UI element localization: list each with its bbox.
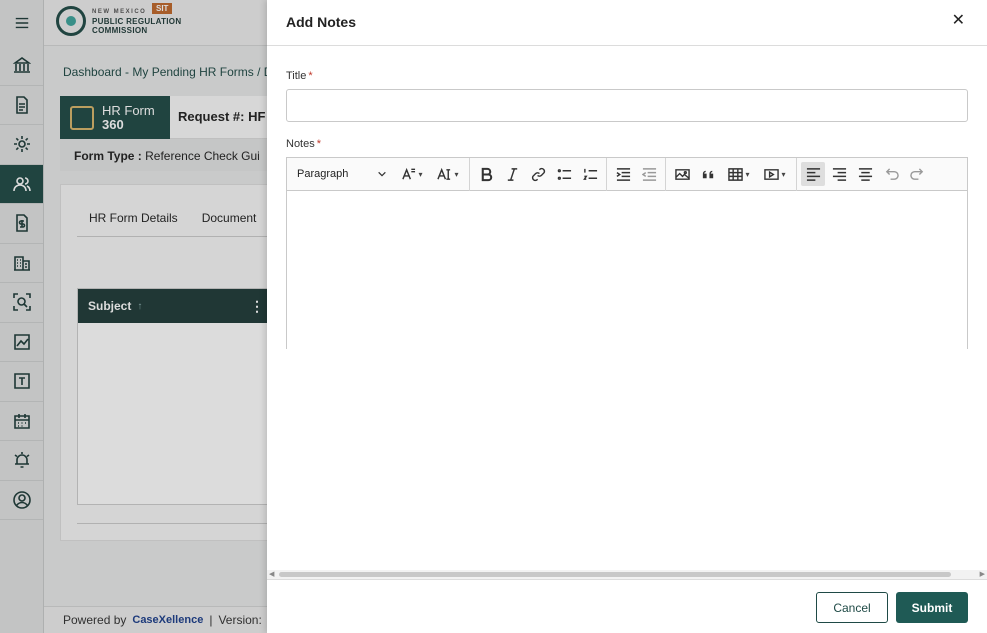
align-center-button[interactable] <box>853 162 877 186</box>
drawer-footer: Cancel Submit <box>267 579 987 633</box>
bold-button[interactable] <box>474 162 498 186</box>
undo-icon <box>885 167 899 180</box>
align-right-button[interactable] <box>827 162 851 186</box>
chevron-down-icon: ▾ <box>454 169 459 179</box>
scroll-right-icon[interactable]: ▶ <box>980 570 985 578</box>
font-size-button[interactable]: ▾ <box>395 162 429 186</box>
notes-label: Notes * <box>286 138 321 150</box>
italic-icon <box>507 167 517 181</box>
drawer-title: Add Notes <box>286 14 356 30</box>
horizontal-scrollbar[interactable]: ◀ ▶ <box>267 570 987 579</box>
undo-button[interactable] <box>879 162 903 186</box>
submit-button[interactable]: Submit <box>896 592 968 623</box>
block-format-select[interactable]: Paragraph <box>291 162 393 186</box>
add-notes-drawer: Add Notes ✕ Title * Notes * Paragraph ▾ ▾ <box>267 0 987 633</box>
notes-label-text: Notes <box>286 138 315 150</box>
numbered-list-icon <box>582 168 597 180</box>
text-case-button[interactable]: ▾ <box>431 162 465 186</box>
indent-button[interactable] <box>611 162 635 186</box>
required-marker: * <box>308 70 313 82</box>
insert-table-button[interactable]: ▾ <box>722 162 756 186</box>
link-button[interactable] <box>526 162 550 186</box>
align-left-icon <box>806 167 820 181</box>
required-marker: * <box>316 138 322 150</box>
toolbar-group-format: Paragraph ▾ ▾ <box>287 157 470 191</box>
align-left-button[interactable] <box>801 162 825 186</box>
toolbar-group-align <box>797 158 933 191</box>
bold-icon <box>481 167 492 181</box>
block-quote-button[interactable] <box>696 162 720 186</box>
chevron-down-icon: ▾ <box>781 169 786 179</box>
redo-button[interactable] <box>905 162 929 186</box>
title-label-text: Title <box>286 70 307 82</box>
editor-toolbar: Paragraph ▾ ▾ ▾ ▾ <box>287 157 967 191</box>
italic-button[interactable] <box>500 162 524 186</box>
chevron-down-icon: ▾ <box>418 169 423 179</box>
media-icon <box>764 168 780 180</box>
image-icon <box>674 168 690 180</box>
chevron-down-icon: ▾ <box>745 169 750 179</box>
link-icon <box>531 167 545 181</box>
notes-editor-body[interactable] <box>287 191 967 349</box>
font-size-icon <box>402 167 416 179</box>
bulleted-list-icon <box>557 168 571 180</box>
scroll-left-icon[interactable]: ◀ <box>269 570 274 578</box>
outdent-icon <box>641 167 656 181</box>
quote-icon <box>702 170 713 178</box>
table-icon <box>728 167 744 181</box>
toolbar-group-insert: ▾ ▾ <box>666 157 797 191</box>
notes-rich-text-editor: Paragraph ▾ ▾ ▾ ▾ <box>286 157 968 349</box>
numbered-list-button[interactable] <box>578 162 602 186</box>
block-format-value: Paragraph <box>297 168 349 180</box>
title-input[interactable] <box>286 89 968 122</box>
cancel-button[interactable]: Cancel <box>816 592 888 623</box>
insert-image-button[interactable] <box>670 162 694 186</box>
bulleted-list-button[interactable] <box>552 162 576 186</box>
close-icon[interactable]: ✕ <box>952 13 965 29</box>
insert-media-button[interactable]: ▾ <box>758 162 792 186</box>
toolbar-group-indent <box>607 157 666 191</box>
outdent-button[interactable] <box>637 162 661 186</box>
drawer-header: Add Notes ✕ <box>267 0 987 46</box>
text-transform-icon <box>437 167 451 180</box>
chevron-down-icon <box>378 171 386 177</box>
title-label: Title * <box>286 70 313 82</box>
toolbar-group-inline <box>470 157 607 191</box>
align-center-icon <box>858 167 872 181</box>
align-right-icon <box>832 167 846 181</box>
scrollbar-thumb[interactable] <box>279 572 951 577</box>
indent-icon <box>616 167 630 181</box>
redo-icon <box>909 167 923 180</box>
